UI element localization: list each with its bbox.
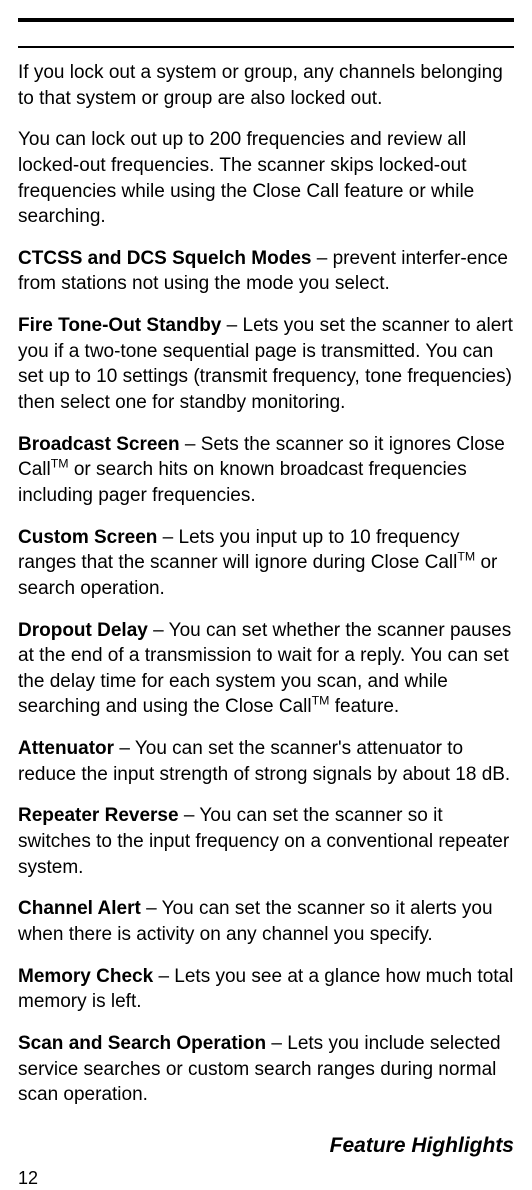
content-body: If you lock out a system or group, any c…	[18, 60, 514, 1124]
feature-title: Attenuator	[18, 738, 114, 759]
section-title: Feature Highlights	[18, 1132, 514, 1160]
feature-title: Broadcast Screen	[18, 434, 180, 455]
feature-title: Memory Check	[18, 966, 153, 987]
feature-body-post: feature.	[329, 696, 399, 717]
feature-title: Dropout Delay	[18, 620, 148, 641]
feature-title: Custom Screen	[18, 527, 157, 548]
feature-title: CTCSS and DCS Squelch Modes	[18, 248, 311, 269]
tm-mark: TM	[457, 550, 475, 564]
top-rule-thick	[18, 18, 514, 22]
feature-dropout: Dropout Delay – You can set whether the …	[18, 618, 514, 721]
feature-memory: Memory Check – Lets you see at a glance …	[18, 964, 514, 1015]
tm-mark: TM	[312, 694, 330, 708]
feature-repeater: Repeater Reverse – You can set the scann…	[18, 803, 514, 880]
feature-broadcast: Broadcast Screen – Sets the scanner so i…	[18, 432, 514, 509]
feature-attenuator: Attenuator – You can set the scanner's a…	[18, 736, 514, 787]
feature-custom: Custom Screen – Lets you input up to 10 …	[18, 525, 514, 602]
feature-title: Repeater Reverse	[18, 805, 179, 826]
feature-title: Channel Alert	[18, 898, 141, 919]
feature-fire: Fire Tone-Out Standby – Lets you set the…	[18, 313, 514, 416]
feature-body-post: or search hits on known broadcast freque…	[18, 459, 467, 506]
page-number: 12	[18, 1166, 514, 1190]
feature-scan: Scan and Search Operation – Lets you inc…	[18, 1031, 514, 1108]
top-rule-thin	[18, 46, 514, 48]
intro-paragraph-2: You can lock out up to 200 frequencies a…	[18, 127, 514, 230]
intro-paragraph-1: If you lock out a system or group, any c…	[18, 60, 514, 111]
tm-mark: TM	[51, 457, 69, 471]
feature-ctcss: CTCSS and DCS Squelch Modes – prevent in…	[18, 246, 514, 297]
feature-title: Scan and Search Operation	[18, 1033, 266, 1054]
feature-title: Fire Tone-Out Standby	[18, 315, 221, 336]
feature-channel: Channel Alert – You can set the scanner …	[18, 896, 514, 947]
